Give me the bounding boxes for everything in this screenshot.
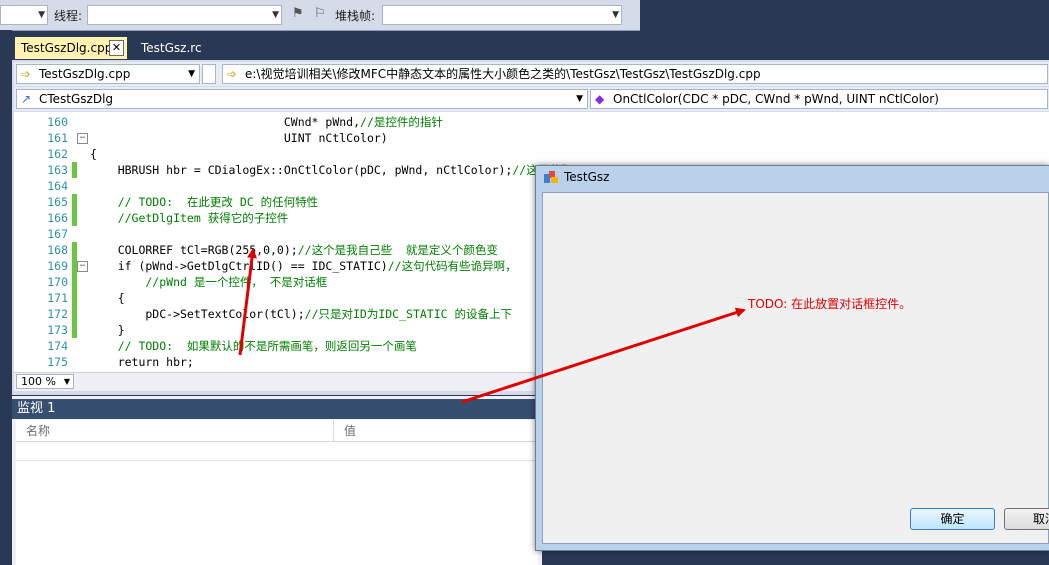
line-number: 175: [47, 355, 68, 369]
line-number: 171: [47, 291, 68, 305]
code-text: }: [90, 323, 125, 337]
cancel-button[interactable]: 取消: [1004, 508, 1049, 530]
flag-filter-icon[interactable]: ⚐: [314, 6, 326, 21]
app-icon: [544, 171, 558, 183]
code-text: pDC->SetTextColor(tCl);//只是对ID为IDC_STATI…: [90, 307, 512, 321]
file-path-value: e:\视觉培训相关\修改MFC中静态文本的属性大小颜色之类的\TestGsz\T…: [245, 67, 761, 81]
change-marker: [72, 290, 77, 306]
line-number: 163: [47, 163, 68, 177]
thread-combo[interactable]: ▼: [87, 5, 282, 25]
code-line[interactable]: 162 {: [14, 146, 1049, 162]
tab-testgsz-rc[interactable]: TestGsz.rc: [135, 37, 227, 59]
code-text: // TODO: 如果默认的不是所需画笔，则返回另一个画笔: [90, 339, 417, 353]
code-text: //pWnd 是一个控件， 不是对话框: [90, 275, 328, 289]
change-marker: [72, 242, 77, 258]
code-text: {: [90, 291, 125, 305]
stackframe-label: 堆栈帧:: [335, 9, 376, 23]
code-text: //GetDlgItem 获得它的子控件: [90, 211, 289, 225]
class-icon: ↗: [21, 92, 32, 106]
chevron-down-icon: ▼: [188, 69, 195, 79]
line-number: 165: [47, 195, 68, 209]
debug-location-toolbar: ▼ 线程: ▼ ⚑ ⚐ 堆栈帧: ▼: [0, 0, 640, 31]
code-text: UINT nCtlColor): [90, 131, 388, 145]
chevron-down-icon: ▼: [272, 10, 279, 20]
collapse-icon[interactable]: −: [77, 133, 88, 144]
ok-button[interactable]: 确定: [910, 508, 995, 530]
tab-testgszdlg-cpp[interactable]: TestGszDlg.cpp ✕: [15, 37, 127, 59]
chevron-down-icon: ▼: [576, 94, 583, 104]
chevron-down-icon: ▼: [63, 377, 70, 386]
line-number: 172: [47, 307, 68, 321]
watch-grid[interactable]: 名称 值: [16, 420, 538, 565]
line-number: 166: [47, 211, 68, 225]
class-combo-value: CTestGszDlg: [39, 92, 114, 106]
left-dock-strip: [0, 30, 12, 565]
tab-label: TestGsz.rc: [141, 41, 202, 55]
line-number: 174: [47, 339, 68, 353]
static-text-todo: TODO: 在此放置对话框控件。: [748, 297, 912, 311]
file-combo-value: TestGszDlg.cpp: [39, 67, 131, 81]
change-marker: [72, 162, 77, 178]
arrow-right-icon: ➩: [21, 67, 32, 81]
thread-label: 线程:: [54, 9, 83, 23]
code-line[interactable]: 160 CWnd* pWnd,//是控件的指针: [14, 114, 1049, 130]
file-nav-row: ➩ TestGszDlg.cpp ▼ ➩ e:\视觉培训相关\修改MFC中静态文…: [14, 62, 1049, 86]
line-number: 168: [47, 243, 68, 257]
zoom-combo[interactable]: 100 % ▼: [16, 374, 74, 389]
member-combo-value: OnCtlColor(CDC * pDC, CWnd * pWnd, UINT …: [613, 92, 939, 106]
zoom-value: 100 %: [21, 375, 56, 388]
file-combo[interactable]: ➩ TestGszDlg.cpp ▼: [16, 64, 200, 84]
code-text: if (pWnd->GetDlgCtrlID() == IDC_STATIC)/…: [90, 259, 517, 273]
dialog-client-area: [542, 192, 1049, 544]
change-marker: [72, 210, 77, 226]
change-marker: [72, 274, 77, 290]
arrow-right-icon: ➩: [227, 67, 238, 81]
file-path-box[interactable]: ➩ e:\视觉培训相关\修改MFC中静态文本的属性大小颜色之类的\TestGsz…: [222, 64, 1048, 84]
column-header-name[interactable]: 名称: [16, 420, 334, 442]
code-text: CWnd* pWnd,//是控件的指针: [90, 115, 443, 129]
line-number: 167: [47, 227, 68, 241]
code-text: HBRUSH hbr = CDialogEx::OnCtlColor(pDC, …: [90, 163, 573, 177]
class-combo[interactable]: ↗ CTestGszDlg ▼: [16, 89, 588, 109]
line-number: 161: [47, 131, 68, 145]
line-number: 162: [47, 147, 68, 161]
method-icon: ◆: [595, 92, 605, 106]
close-icon[interactable]: ✕: [109, 40, 124, 56]
member-nav-row: ↗ CTestGszDlg ▼ ◆ OnCtlColor(CDC * pDC, …: [14, 87, 1049, 111]
chevron-down-icon: ▼: [38, 10, 45, 20]
line-number: 170: [47, 275, 68, 289]
code-text: return hbr;: [90, 355, 194, 369]
stackframe-combo[interactable]: ▼: [382, 5, 622, 25]
member-combo[interactable]: ◆ OnCtlColor(CDC * pDC, CWnd * pWnd, UIN…: [590, 89, 1048, 109]
change-marker: [72, 306, 77, 322]
change-marker: [72, 194, 77, 210]
code-text: {: [90, 147, 97, 161]
editor-status-bar: 100 % ▼: [14, 372, 534, 391]
chevron-down-icon: ▼: [612, 10, 619, 20]
code-line[interactable]: 161− UINT nCtlColor): [14, 130, 1049, 146]
tab-label: TestGszDlg.cpp: [21, 41, 113, 55]
line-number: 160: [47, 115, 68, 129]
line-number: 173: [47, 323, 68, 337]
process-combo[interactable]: ▼: [0, 5, 48, 25]
line-number: 169: [47, 259, 68, 273]
scroll-stepper[interactable]: [202, 64, 216, 84]
watch-panel-title: 监视 1: [12, 399, 543, 419]
line-number: 164: [47, 179, 68, 193]
code-text: // TODO: 在此更改 DC 的任何特性: [90, 195, 319, 209]
column-header-value[interactable]: 值: [334, 420, 538, 442]
code-text: COLORREF tCl=RGB(255,0,0);//这个是我自己些 就是定义…: [90, 243, 498, 257]
dialog-title: TestGsz: [564, 170, 610, 184]
change-marker: [72, 322, 77, 338]
flag-icon[interactable]: ⚑: [292, 6, 304, 21]
collapse-icon[interactable]: −: [77, 261, 88, 272]
watch-row[interactable]: [16, 442, 536, 461]
